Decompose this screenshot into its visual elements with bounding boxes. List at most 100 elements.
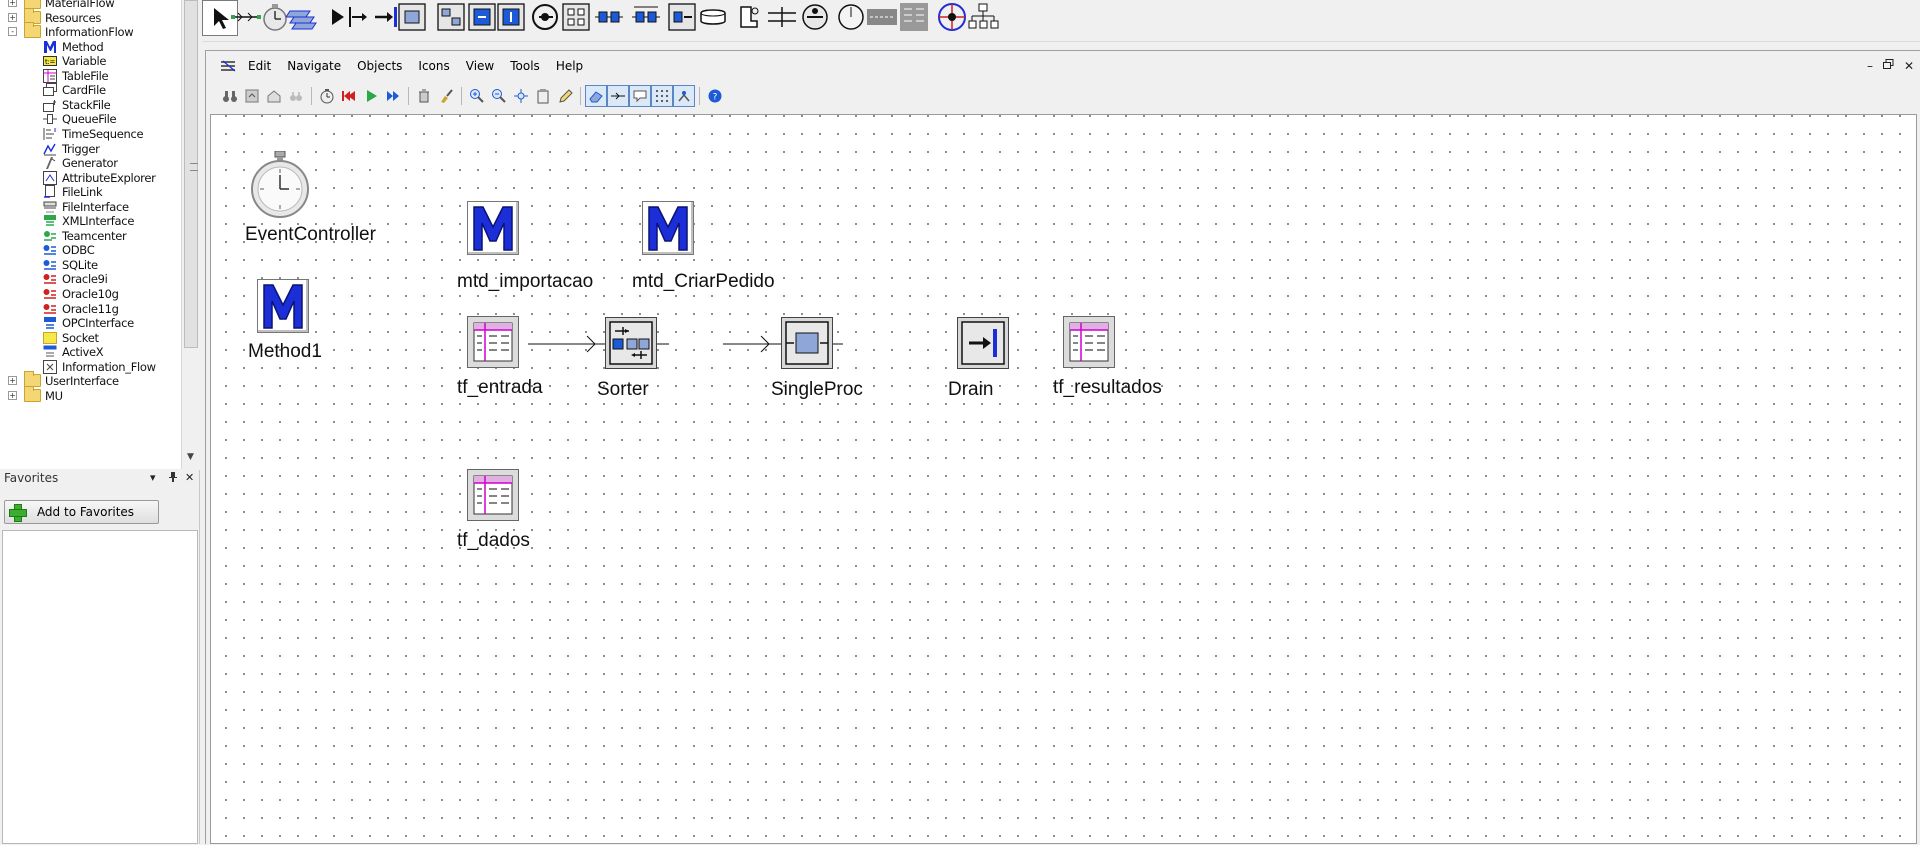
go-parent-icon[interactable] [241,85,263,107]
frame-toolbar: ? [206,83,1920,109]
eraser-icon[interactable] [585,85,607,107]
store-tool[interactable] [864,0,900,33]
method1-label: Method1 [248,341,322,362]
db-red-icon [42,287,57,301]
queue-icon [42,112,57,126]
parallelproc-tool[interactable] [394,0,430,33]
tree-item-label: XMLInterface [62,213,135,228]
menu-help[interactable]: Help [548,59,591,73]
method-icon [467,201,519,255]
favorites-list[interactable] [2,530,198,844]
conveyor-tool[interactable] [695,0,731,33]
mtd-criarpedido-object[interactable]: mtd_CriarPedido [632,201,775,292]
pin-icon[interactable] [168,471,178,486]
tree-item-label: ODBC [62,242,95,257]
stopwatch-icon [251,150,309,218]
expand-toggle-icon[interactable]: + [8,13,17,22]
tf-entrada-object[interactable]: tf_entrada [457,316,543,398]
scroll-down-arrow-icon[interactable]: ▼ [187,452,194,462]
toolbar-separator [699,87,700,105]
tf-resultados-object[interactable]: tf_resultados [1053,316,1162,398]
comment-icon[interactable] [629,85,651,107]
minimize-button[interactable]: – [1867,59,1873,73]
expand-toggle-icon[interactable]: - [8,27,17,36]
tree-item-label: QueueFile [62,111,117,126]
cycle-tool[interactable] [628,0,664,33]
menu-icons[interactable]: Icons [410,59,457,73]
event-controller-icon[interactable] [316,85,338,107]
drain-icon [957,317,1009,369]
close-icon[interactable]: ✕ [185,471,194,484]
mtd-importacao-object[interactable]: mtd_importacao [457,201,593,292]
menu-edit[interactable]: Edit [240,59,279,73]
clipboard-icon[interactable] [532,85,554,107]
mtd-criarpedido-label: mtd_CriarPedido [632,271,775,292]
turntable-tool[interactable] [764,0,800,33]
mtd-importacao-label: mtd_importacao [457,271,594,292]
singleproc-object[interactable]: SingleProc [771,317,863,400]
xml-icon [42,214,57,228]
close-window-button[interactable]: ✕ [1904,59,1914,73]
tree-item-label: CardFile [62,82,106,97]
expand-toggle-icon[interactable]: + [8,0,17,7]
plus-icon [9,504,27,522]
filelink-icon [42,184,57,199]
zoom-out-icon[interactable] [488,85,510,107]
delete-icon[interactable] [413,85,435,107]
fast-forward-icon[interactable] [382,85,404,107]
frame-canvas[interactable]: EventController Method1 mtd_importacao m… [210,114,1917,844]
turnplate-tool[interactable] [797,0,833,33]
tf-resultados-label: tf_resultados [1053,377,1162,398]
method1-object[interactable]: Method1 [248,279,322,362]
tf-dados-label: tf_dados [457,530,530,551]
tf-dados-object[interactable]: tf_dados [457,469,530,551]
restore-button[interactable] [1882,59,1894,73]
station-tool[interactable] [493,0,529,33]
db-red-icon [42,272,57,286]
menu-navigate[interactable]: Navigate [279,59,349,73]
grid-icon[interactable] [651,85,673,107]
expand-toggle-icon[interactable]: + [8,391,17,400]
sorter-tool[interactable] [558,0,594,33]
zoom-in-icon[interactable] [466,85,488,107]
menu-objects[interactable]: Objects [349,59,410,73]
scroll-grip-icon [190,163,198,171]
add-to-favorites-button[interactable]: Add to Favorites [4,500,159,524]
timeseq-icon [42,127,57,141]
variable-icon: t:= [42,54,57,68]
zoom-fit-icon[interactable] [510,85,532,107]
frame-tool[interactable] [284,0,320,33]
reset-icon[interactable] [338,85,360,107]
hierarchy-tool[interactable] [965,0,1001,33]
tree-item-label: Oracle9i [62,271,108,286]
tf-entrada-label: tf_entrada [457,377,543,398]
zoom-structure-icon[interactable] [285,85,307,107]
menu-view[interactable]: View [458,59,502,73]
method-icon [642,201,694,255]
pencil-icon[interactable] [554,85,576,107]
activex-icon [42,345,57,359]
brush-icon[interactable] [435,85,457,107]
binoculars-icon[interactable] [219,85,241,107]
tree-scrollbar[interactable]: ▼ [181,0,200,469]
placebuffer-tool[interactable] [591,0,627,33]
connector-icon[interactable] [607,85,629,107]
home-icon[interactable] [263,85,285,107]
tree-scrollbar-thumb[interactable] [184,0,198,348]
menu-tools[interactable]: Tools [502,59,548,73]
exit-tool[interactable] [896,0,932,33]
drain-object[interactable]: Drain [948,317,1009,400]
tree-item-label: Oracle10g [62,286,119,301]
favorites-panel: Favorites ▾ ✕ Add to Favorites [0,470,200,844]
sorter-object[interactable]: Sorter [597,317,657,400]
start-icon[interactable] [360,85,382,107]
event-controller[interactable]: EventController [245,150,376,245]
snap-icon[interactable] [673,85,695,107]
frame-system-menu-icon[interactable] [218,58,240,74]
tree-item-mu[interactable]: + MU [8,386,63,404]
dropdown-icon[interactable]: ▾ [150,471,156,484]
help-icon[interactable]: ? [704,85,726,107]
table-file-icon [467,469,519,521]
expand-toggle-icon[interactable]: + [8,376,17,385]
add-to-favorites-label: Add to Favorites [36,505,135,519]
